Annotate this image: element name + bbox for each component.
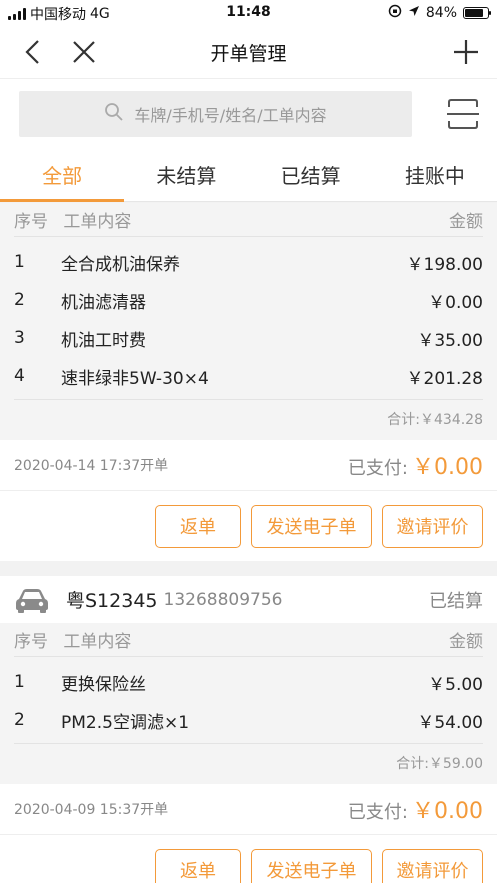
item-price: ￥201.28 bbox=[406, 368, 483, 389]
search-input[interactable]: 车牌/手机号/姓名/工单内容 bbox=[19, 91, 412, 137]
item-name: PM2.5空调滤×1 bbox=[61, 712, 190, 733]
paid-amount: ￥0.00 bbox=[412, 455, 483, 480]
paid-amount: ￥0.00 bbox=[412, 799, 483, 824]
invite-review-button[interactable]: 邀请评价 bbox=[382, 504, 483, 548]
payment-row: 2020-04-14 17:37开单 已支付: ￥0.00 bbox=[0, 440, 497, 491]
item-name: 更换保险丝 bbox=[61, 674, 146, 695]
plus-icon[interactable] bbox=[450, 36, 482, 68]
reorder-button[interactable]: 返单 bbox=[155, 504, 241, 548]
item-price: ￥35.00 bbox=[417, 330, 483, 351]
search-placeholder: 车牌/手机号/姓名/工单内容 bbox=[134, 106, 327, 125]
order-list[interactable]: 序号 工单内容 金额 1 全合成机油保养 ￥198.00 2 机油滤清器 ￥0.… bbox=[0, 203, 497, 883]
order-actions: 返单 发送电子单 邀请评价 bbox=[0, 835, 497, 883]
status-badge: 已结算 bbox=[429, 590, 483, 612]
items-header: 序号 工单内容 金额 bbox=[14, 623, 483, 657]
item-no: 1 bbox=[14, 672, 25, 692]
list-item: 2 机油滤清器 ￥0.00 bbox=[14, 281, 483, 319]
order-card: 序号 工单内容 金额 1 全合成机油保养 ￥198.00 2 机油滤清器 ￥0.… bbox=[0, 203, 497, 561]
payment-summary: 已支付: ￥0.00 bbox=[348, 793, 483, 825]
item-no: 4 bbox=[14, 366, 25, 386]
tab-all[interactable]: 全部 bbox=[0, 150, 125, 202]
send-receipt-button[interactable]: 发送电子单 bbox=[251, 504, 372, 548]
order-date: 2020-04-09 15:37开单 bbox=[14, 802, 169, 818]
scan-icon[interactable] bbox=[446, 97, 480, 131]
col-amount: 金额 bbox=[449, 632, 483, 652]
col-amount: 金额 bbox=[449, 212, 483, 232]
status-bar: 中国移动 4G 11:48 84% bbox=[0, 0, 497, 26]
item-no: 2 bbox=[14, 290, 25, 310]
items-list: 1 更换保险丝 ￥5.00 2 PM2.5空调滤×1 ￥54.00 bbox=[14, 657, 483, 744]
battery-icon bbox=[463, 7, 491, 19]
reorder-button[interactable]: 返单 bbox=[155, 848, 241, 883]
list-item: 1 更换保险丝 ￥5.00 bbox=[14, 663, 483, 701]
invite-review-button[interactable]: 邀请评价 bbox=[382, 848, 483, 883]
order-subtotal: 合计:￥434.28 bbox=[387, 412, 483, 428]
item-price: ￥0.00 bbox=[428, 292, 483, 313]
page-title: 开单管理 bbox=[210, 43, 287, 65]
send-receipt-button[interactable]: 发送电子单 bbox=[251, 848, 372, 883]
order-actions: 返单 发送电子单 邀请评价 bbox=[0, 491, 497, 561]
items-list: 1 全合成机油保养 ￥198.00 2 机油滤清器 ￥0.00 3 机油工时费 … bbox=[14, 237, 483, 400]
license-plate: 粤S12345 bbox=[66, 590, 158, 612]
search-icon bbox=[104, 102, 124, 126]
item-name: 机油工时费 bbox=[61, 330, 146, 351]
list-item: 3 机油工时费 ￥35.00 bbox=[14, 319, 483, 357]
order-items: 序号 工单内容 金额 1 全合成机油保养 ￥198.00 2 机油滤清器 ￥0.… bbox=[0, 203, 497, 440]
location-icon bbox=[408, 5, 420, 21]
items-header: 序号 工单内容 金额 bbox=[14, 203, 483, 237]
paid-label: 已支付: bbox=[347, 458, 408, 479]
item-price: ￥5.00 bbox=[428, 674, 483, 695]
car-icon bbox=[14, 586, 50, 614]
card-divider bbox=[0, 561, 497, 576]
item-name: 机油滤清器 bbox=[61, 292, 146, 313]
col-no: 序号 bbox=[14, 212, 48, 232]
item-price: ￥54.00 bbox=[417, 712, 483, 733]
filter-tabs: 全部 未结算 已结算 挂账中 bbox=[0, 150, 497, 202]
col-no: 序号 bbox=[14, 632, 48, 652]
order-date: 2020-04-14 17:37开单 bbox=[14, 458, 169, 474]
item-no: 1 bbox=[14, 252, 25, 272]
search-area: 车牌/手机号/姓名/工单内容 bbox=[0, 78, 497, 150]
item-no: 2 bbox=[14, 710, 25, 730]
order-items: 序号 工单内容 金额 1 更换保险丝 ￥5.00 2 PM2.5空调滤×1 ￥5… bbox=[0, 623, 497, 784]
list-item: 2 PM2.5空调滤×1 ￥54.00 bbox=[14, 701, 483, 739]
list-item: 1 全合成机油保养 ￥198.00 bbox=[14, 243, 483, 281]
item-name: 全合成机油保养 bbox=[61, 254, 180, 275]
order-subtotal: 合计:￥59.00 bbox=[396, 756, 483, 772]
vehicle-header[interactable]: 粤S12345 13268809756 已结算 bbox=[0, 576, 497, 623]
payment-summary: 已支付: ￥0.00 bbox=[348, 449, 483, 481]
item-name: 速非绿非5W-30×4 bbox=[61, 368, 209, 389]
col-content: 工单内容 bbox=[63, 632, 132, 652]
status-right: 84% bbox=[388, 4, 491, 22]
item-price: ￥198.00 bbox=[406, 254, 483, 275]
nav-bar: 开单管理 bbox=[0, 26, 497, 78]
paid-label: 已支付: bbox=[347, 802, 408, 823]
col-content: 工单内容 bbox=[63, 212, 132, 232]
battery-label: 84% bbox=[425, 5, 457, 21]
tab-unsettled[interactable]: 未结算 bbox=[124, 150, 248, 201]
rotation-lock-icon bbox=[388, 4, 402, 22]
list-item: 4 速非绿非5W-30×4 ￥201.28 bbox=[14, 357, 483, 395]
item-no: 3 bbox=[14, 328, 25, 348]
order-card: 粤S12345 13268809756 已结算 序号 工单内容 金额 1 更换保… bbox=[0, 576, 497, 883]
payment-row: 2020-04-09 15:37开单 已支付: ￥0.00 bbox=[0, 784, 497, 835]
tab-on-account[interactable]: 挂账中 bbox=[373, 150, 497, 201]
tab-settled[interactable]: 已结算 bbox=[249, 150, 373, 201]
customer-phone: 13268809756 bbox=[163, 589, 283, 610]
